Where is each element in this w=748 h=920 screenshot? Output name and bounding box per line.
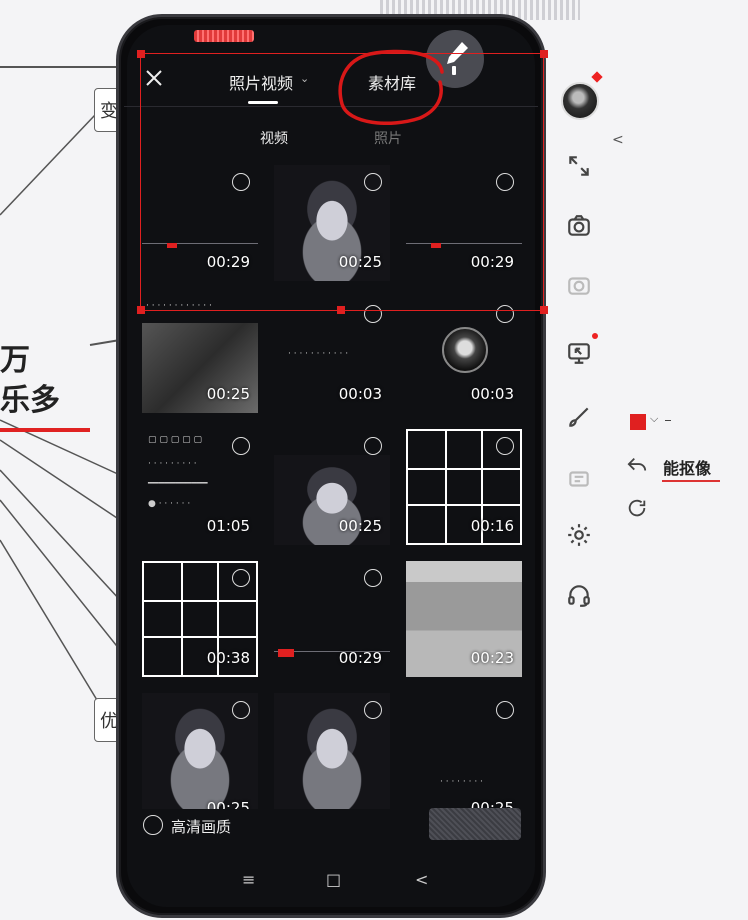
red-marker [431,243,441,248]
phone-speaker [194,30,254,42]
video-duration: 00:25 [338,517,382,535]
stroke-width-indicator [665,420,671,421]
caption-text: ▢ ▢ ▢ ▢ ▢ [148,435,202,445]
mindmap-text-line1: 万 [0,343,30,378]
tab-photos-videos[interactable]: 照片视频 [229,70,293,94]
user-avatar[interactable] [561,82,599,120]
selection-handle[interactable] [137,50,145,58]
menu-icon[interactable]: ≡ [242,870,255,889]
caption-text: · · · · · · · · · · · · [146,301,212,311]
media-item[interactable]: 00:29 [406,165,522,281]
caption-text: ● · · · · · · [148,499,191,509]
video-duration: 00:29 [338,649,382,667]
selection-handle[interactable] [540,306,548,314]
headset-icon[interactable] [564,580,594,610]
chevron-down-icon[interactable]: ⌵ [650,412,658,426]
select-checkbox[interactable] [232,701,250,719]
hd-quality-radio[interactable] [143,815,163,835]
caption-text: · · · · · · · · · · · [288,349,349,359]
redo-icon[interactable] [626,497,648,519]
red-marker [167,243,177,248]
caption-text: · · · · · · · · · [148,459,197,469]
media-item[interactable]: 00:38 [142,561,258,677]
waveform-line [142,243,258,244]
video-duration: 00:03 [338,385,382,403]
media-item[interactable] [274,693,390,809]
collapse-toolbar-icon[interactable]: < [612,132,624,148]
matting-underline [662,480,720,482]
hd-quality-label[interactable]: 高清画质 [171,816,231,837]
camera-icon[interactable] [564,211,594,241]
confirm-button[interactable] [429,808,521,840]
video-duration: 00:23 [470,649,514,667]
select-checkbox[interactable] [496,701,514,719]
selection-handle[interactable] [540,50,548,58]
media-item[interactable]: 00:23 [406,561,522,677]
select-checkbox[interactable] [364,569,382,587]
select-checkbox[interactable] [364,173,382,191]
system-nav-bar: ≡ □ < [116,870,546,900]
video-duration: 00:29 [206,253,250,271]
media-item[interactable]: ▢ ▢ ▢ ▢ ▢ · · · · · · · · · ━━━━━━━━━━━ … [142,429,258,545]
video-duration: 00:25 [338,253,382,271]
selection-handle[interactable] [137,306,145,314]
matting-label[interactable]: 能抠像 [663,455,711,479]
media-item[interactable]: 00:03 [406,297,522,413]
mindmap-accent-bar [0,428,90,432]
back-icon[interactable]: < [415,870,428,889]
close-icon[interactable] [144,68,164,88]
waveform-line [406,243,522,244]
media-item[interactable]: · · · · · · · · 00:25 [406,693,522,809]
video-duration: 00:16 [470,517,514,535]
whiteboard-icon[interactable] [564,464,594,494]
select-checkbox[interactable] [496,173,514,191]
red-marker [278,649,294,657]
select-checkbox[interactable] [364,701,382,719]
notification-dot [592,333,598,339]
select-checkbox[interactable] [496,305,514,323]
undo-icon[interactable] [626,455,648,475]
selection-handle[interactable] [337,306,345,314]
settings-icon[interactable] [564,520,594,550]
screen-share-icon[interactable] [564,338,594,368]
select-checkbox[interactable] [232,437,250,455]
media-item[interactable]: 00:16 [406,429,522,545]
select-checkbox[interactable] [364,305,382,323]
video-duration: 01:05 [206,517,250,535]
active-tab-indicator [248,101,278,104]
media-item[interactable]: 00:29 [142,165,258,281]
video-duration: 00:25 [206,799,250,809]
camera-off-icon[interactable] [564,270,594,300]
video-duration: 00:03 [470,385,514,403]
video-duration: 00:29 [470,253,514,271]
video-duration: 00:25 [206,385,250,403]
home-icon[interactable]: □ [326,870,341,889]
brush-icon[interactable] [564,402,594,432]
select-checkbox[interactable] [232,569,250,587]
color-swatch[interactable] [630,414,646,430]
caption-text: · · · · · · · · [440,777,483,787]
media-item[interactable]: 00:25 [274,429,390,545]
media-item[interactable]: · · · · · · · · · · · · 00:25 [142,297,258,413]
caption-text: ━━━━━━━━━━━ [148,479,208,489]
chevron-down-icon[interactable]: ⌄ [300,72,309,85]
media-item[interactable]: 00:25 [274,165,390,281]
subtab-video[interactable]: 视频 [260,128,288,148]
media-item[interactable]: 00:25 [142,693,258,809]
select-checkbox[interactable] [232,173,250,191]
select-checkbox[interactable] [496,437,514,455]
annotation-ellipse [338,49,444,125]
fullscreen-icon[interactable] [564,151,594,181]
mindmap-text-line2: 乐多 [0,383,60,418]
avatar [442,327,488,373]
media-item[interactable]: 00:29 [274,561,390,677]
video-duration: 00:38 [206,649,250,667]
select-checkbox[interactable] [364,437,382,455]
media-item[interactable]: · · · · · · · · · · · 00:03 [274,297,390,413]
